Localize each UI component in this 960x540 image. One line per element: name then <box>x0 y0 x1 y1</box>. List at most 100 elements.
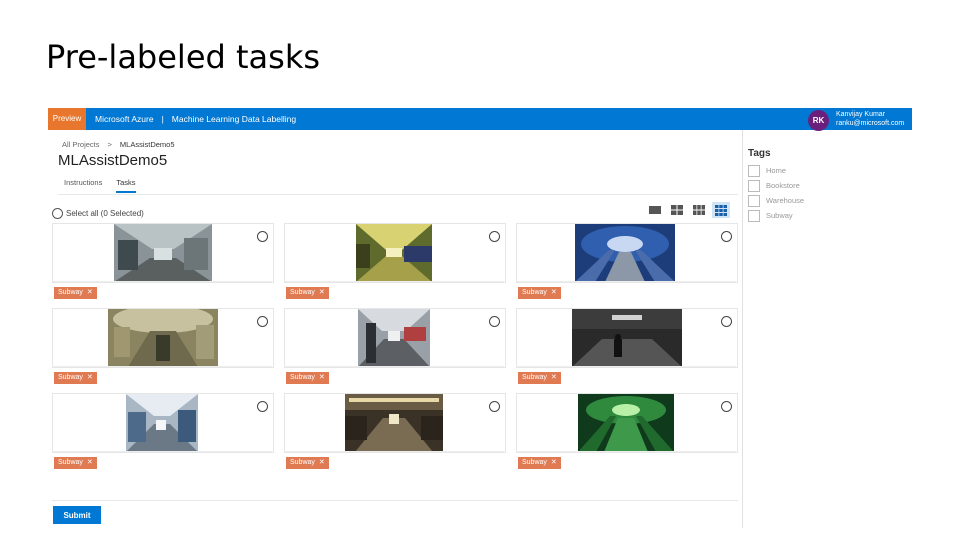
tag-option-subway[interactable]: Subway <box>748 208 804 223</box>
tag-label: Subway <box>290 289 315 296</box>
task-card[interactable]: Subway ✕ <box>516 308 738 385</box>
task-select-radio[interactable] <box>257 401 268 412</box>
task-tag[interactable]: Subway ✕ <box>518 287 561 299</box>
task-card[interactable]: Subway ✕ <box>52 393 274 470</box>
task-card[interactable]: Subway ✕ <box>284 308 506 385</box>
breadcrumb-all-projects[interactable]: All Projects <box>62 140 100 149</box>
task-tag[interactable]: Subway ✕ <box>518 457 561 469</box>
tag-option-label: Bookstore <box>766 181 800 190</box>
tag-close-icon[interactable]: ✕ <box>87 289 93 296</box>
task-image[interactable] <box>572 309 682 367</box>
task-select-radio[interactable] <box>489 231 500 242</box>
task-card[interactable]: Subway ✕ <box>52 223 274 300</box>
tag-label: Subway <box>58 289 83 296</box>
task-card[interactable]: Subway ✕ <box>284 223 506 300</box>
task-image[interactable] <box>358 309 430 367</box>
view-grid-button[interactable] <box>712 202 730 218</box>
slide-title: Pre-labeled tasks <box>46 38 321 76</box>
tag-label: Subway <box>522 374 547 381</box>
task-tag[interactable]: Subway ✕ <box>518 372 561 384</box>
tab-instructions[interactable]: Instructions <box>64 178 102 191</box>
task-select-radio[interactable] <box>721 231 732 242</box>
brand-separator: | <box>161 114 164 124</box>
breadcrumb: All Projects > MLAssistDemo5 <box>62 140 175 149</box>
tag-option-home[interactable]: Home <box>748 163 804 178</box>
task-card[interactable]: Subway ✕ <box>516 223 738 300</box>
card-divider <box>52 281 272 282</box>
tag-label: Subway <box>58 374 83 381</box>
top-bar: Preview Microsoft Azure | Machine Learning… <box>48 108 912 131</box>
tag-close-icon[interactable]: ✕ <box>551 289 557 296</box>
tag-label: Subway <box>522 289 547 296</box>
view-medium-button[interactable] <box>668 202 686 218</box>
avatar[interactable]: RK <box>808 110 829 131</box>
task-select-radio[interactable] <box>489 316 500 327</box>
main-panel: All Projects > MLAssistDemo5 MLAssistDemo5… <box>48 130 743 528</box>
tag-close-icon[interactable]: ✕ <box>87 374 93 381</box>
tag-close-icon[interactable]: ✕ <box>319 374 325 381</box>
tag-option-label: Home <box>766 166 787 175</box>
brand-name[interactable]: Microsoft Azure <box>95 114 154 124</box>
tag-checkbox[interactable] <box>748 164 760 177</box>
task-tag[interactable]: Subway ✕ <box>54 457 97 469</box>
select-all-label: Select all (0 Selected) <box>66 209 144 218</box>
task-tag[interactable]: Subway ✕ <box>286 372 329 384</box>
task-image[interactable] <box>114 224 212 282</box>
view-size-toolbar <box>646 202 730 218</box>
tag-label: Subway <box>58 459 83 466</box>
tag-close-icon[interactable]: ✕ <box>319 459 325 466</box>
tag-label: Subway <box>290 374 315 381</box>
tag-close-icon[interactable]: ✕ <box>87 459 93 466</box>
task-select-radio[interactable] <box>489 401 500 412</box>
tag-close-icon[interactable]: ✕ <box>551 459 557 466</box>
tag-option-warehouse[interactable]: Warehouse <box>748 193 804 208</box>
preview-badge[interactable]: Preview <box>48 108 86 130</box>
task-image[interactable] <box>108 309 218 367</box>
project-title: MLAssistDemo5 <box>58 152 168 169</box>
card-divider <box>284 281 504 282</box>
card-divider <box>516 451 736 452</box>
card-divider <box>52 451 272 452</box>
app-window: Preview Microsoft Azure | Machine Learning… <box>48 108 912 528</box>
task-image[interactable] <box>356 224 432 282</box>
user-info[interactable]: Kanvijay Kumar ranku@microsoft.com <box>836 110 904 128</box>
task-image[interactable] <box>126 394 198 452</box>
tags-panel-title: Tags <box>748 148 771 159</box>
task-card[interactable]: Subway ✕ <box>516 393 738 470</box>
tags-panel: Tags Home Bookstore Warehouse Subway <box>748 148 804 223</box>
task-tag[interactable]: Subway ✕ <box>54 372 97 384</box>
task-image[interactable] <box>575 224 675 282</box>
chevron-right-icon: > <box>107 140 112 149</box>
task-select-radio[interactable] <box>721 316 732 327</box>
submit-button[interactable]: Submit <box>53 506 101 524</box>
view-small-button[interactable] <box>690 202 708 218</box>
task-select-radio[interactable] <box>257 316 268 327</box>
view-large-button[interactable] <box>646 202 664 218</box>
card-divider <box>516 366 736 367</box>
tag-checkbox[interactable] <box>748 194 760 207</box>
task-card[interactable]: Subway ✕ <box>284 393 506 470</box>
task-card[interactable]: Subway ✕ <box>52 308 274 385</box>
select-all[interactable]: Select all (0 Selected) <box>52 208 144 219</box>
task-tag[interactable]: Subway ✕ <box>286 457 329 469</box>
task-tag[interactable]: Subway ✕ <box>286 287 329 299</box>
tag-close-icon[interactable]: ✕ <box>551 374 557 381</box>
tag-option-bookstore[interactable]: Bookstore <box>748 178 804 193</box>
task-tag[interactable]: Subway ✕ <box>54 287 97 299</box>
task-image[interactable] <box>578 394 674 452</box>
tag-checkbox[interactable] <box>748 209 760 222</box>
tag-close-icon[interactable]: ✕ <box>319 289 325 296</box>
task-select-radio[interactable] <box>721 401 732 412</box>
tag-checkbox[interactable] <box>748 179 760 192</box>
select-all-radio[interactable] <box>52 208 63 219</box>
tab-tasks[interactable]: Tasks <box>116 178 136 193</box>
grid-2x2-icon <box>671 205 683 215</box>
product-name[interactable]: Machine Learning Data Labelling <box>172 114 296 124</box>
tag-label: Subway <box>522 459 547 466</box>
footer-divider <box>52 500 738 501</box>
tab-bar: Instructions Tasks <box>64 178 150 193</box>
card-divider <box>284 366 504 367</box>
breadcrumb-current: MLAssistDemo5 <box>119 140 175 149</box>
task-select-radio[interactable] <box>257 231 268 242</box>
task-image[interactable] <box>345 394 443 452</box>
